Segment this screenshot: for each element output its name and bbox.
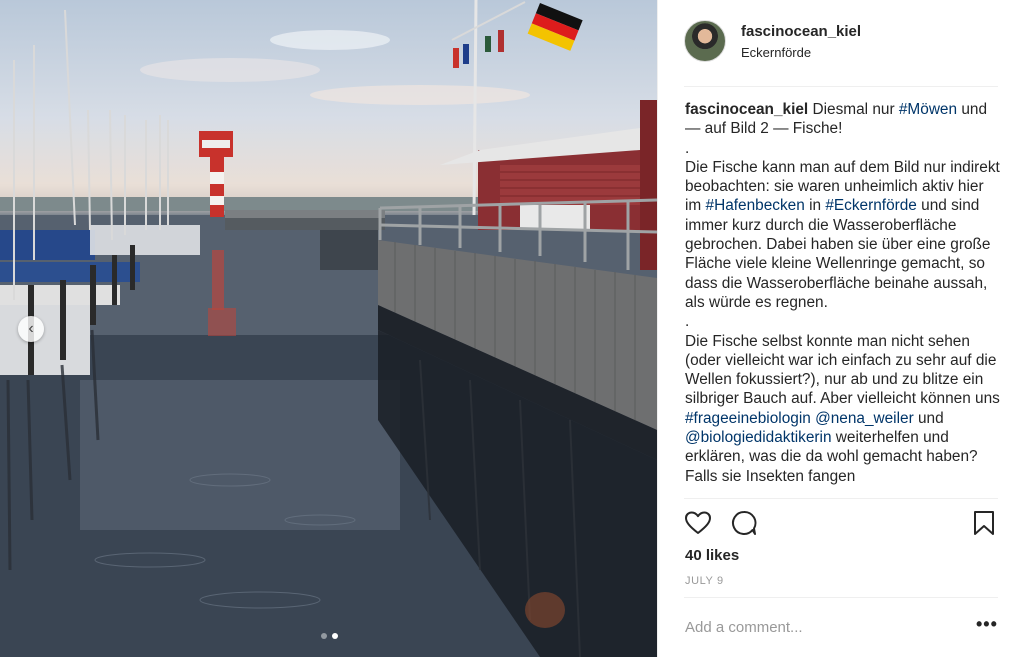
caption-text: und (913, 409, 944, 427)
divider (684, 498, 998, 499)
like-button[interactable] (684, 509, 712, 537)
divider (684, 86, 998, 87)
mention-link[interactable]: @nena_weiler (815, 410, 914, 427)
caption-text: und sind immer kurz durch die Wasserober… (685, 197, 991, 311)
caption-username[interactable]: fascinocean_kiel (685, 101, 808, 118)
mention-link[interactable]: @biologiedidaktikerin (685, 429, 832, 446)
carousel-indicator (321, 633, 338, 639)
post-sidebar: fascinocean_kiel Eckernförde fascinocean… (657, 0, 1024, 657)
more-options-button[interactable]: ••• (976, 614, 998, 635)
post-date[interactable]: JULY 9 (685, 575, 724, 587)
post-caption: fascinocean_kiel Diesmal nur #Möwen und … (685, 100, 1003, 498)
chevron-left-icon: ‹ (28, 320, 34, 337)
save-button[interactable] (970, 509, 998, 537)
header-location[interactable]: Eckernförde (741, 45, 811, 60)
post-actions (684, 509, 998, 539)
caption-text: in (804, 197, 826, 215)
hashtag-link[interactable]: #Hafenbecken (706, 197, 805, 214)
heart-icon (685, 511, 711, 534)
carousel-dot-active[interactable] (332, 633, 338, 639)
comment-bubble-icon (732, 510, 757, 535)
likes-count[interactable]: 40 likes (685, 547, 739, 564)
hashtag-link[interactable]: #Eckernförde (825, 197, 917, 214)
harbor-photo-illustration (0, 0, 657, 657)
comment-button[interactable] (730, 509, 758, 537)
hashtag-link[interactable]: #Möwen (899, 101, 957, 118)
caption-dot: . (685, 139, 690, 157)
post-header: fascinocean_kiel Eckernförde (658, 0, 1024, 86)
caption-text: Diesmal nur (808, 101, 899, 118)
avatar[interactable] (684, 20, 726, 62)
caption-dot: . (685, 313, 690, 331)
caption-text: Die Fische selbst konnte man nicht sehen… (685, 332, 1000, 408)
hashtag-link[interactable]: #frageeinebiologin (685, 410, 811, 427)
post-photo[interactable]: ‹ (0, 0, 657, 657)
bookmark-icon (974, 511, 994, 535)
header-username[interactable]: fascinocean_kiel (741, 23, 861, 40)
divider (684, 597, 998, 598)
carousel-dot[interactable] (321, 633, 327, 639)
carousel-prev-button[interactable]: ‹ (18, 316, 44, 342)
add-comment-input[interactable] (685, 615, 955, 639)
